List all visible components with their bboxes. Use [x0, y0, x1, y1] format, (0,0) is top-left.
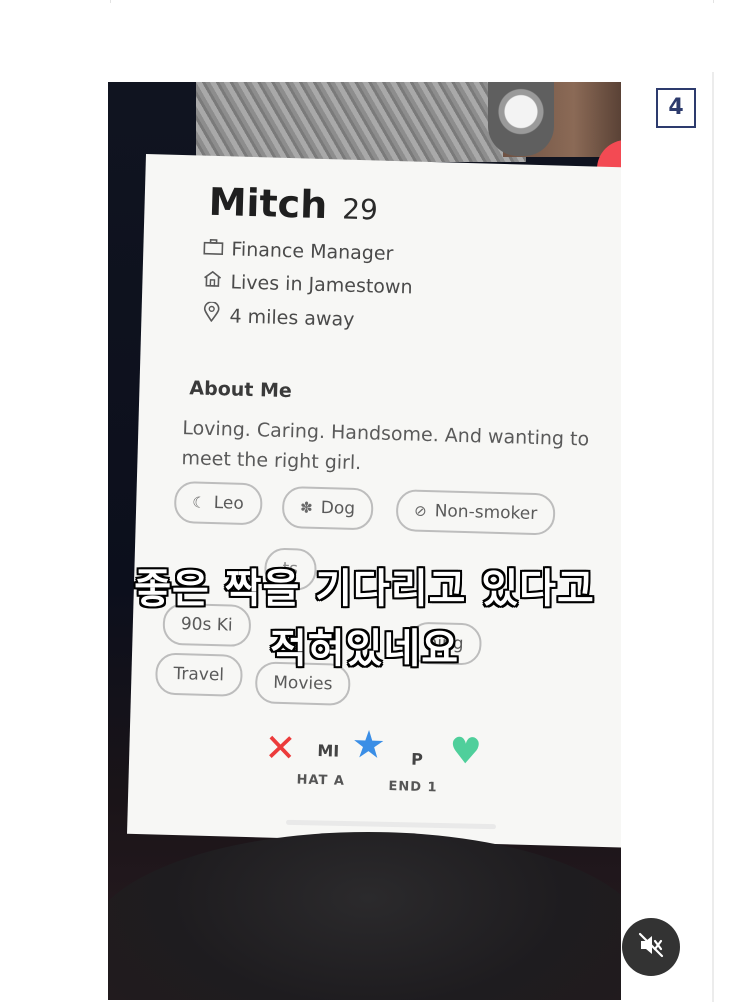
super-like-star-icon[interactable]: ★ — [351, 722, 386, 767]
dislike-x-icon[interactable]: ✕ — [264, 726, 297, 771]
home-icon — [200, 270, 225, 294]
muted-speaker-icon — [636, 930, 666, 964]
like-heart-icon[interactable]: ♥ — [449, 731, 482, 773]
no-smoking-icon: ⊘ — [413, 501, 427, 520]
chip-dog-label: Dog — [320, 498, 356, 519]
moon-icon: ☾ — [192, 493, 206, 512]
chip-non-smoker-label: Non-smoker — [434, 501, 538, 525]
about-me-heading: About Me — [189, 377, 293, 403]
subtitle-line-1: 좋은 짝을 기다리고 있다고 — [134, 566, 595, 612]
location-pin-icon — [199, 301, 224, 328]
distance-label: 4 miles away — [229, 305, 355, 331]
residence-label: Lives in Jamestown — [230, 271, 413, 299]
mute-toggle-button[interactable] — [622, 918, 680, 976]
briefcase-icon — [201, 238, 226, 261]
profile-photo-watch — [488, 82, 554, 156]
job-row: Finance Manager — [201, 238, 394, 265]
paw-icon: ✽ — [299, 498, 314, 517]
chip-leo-label: Leo — [213, 493, 245, 514]
previous-post-divider — [110, 0, 714, 3]
name-row: Mitch 29 — [208, 180, 378, 229]
chip-leo: ☾ Leo — [173, 480, 263, 526]
slide-number-badge: 4 — [656, 88, 696, 128]
action-text-end-1: END 1 — [388, 779, 438, 796]
action-text-p: P — [410, 749, 424, 769]
post-frame-border — [712, 72, 714, 1002]
chip-movies-label: Movies — [273, 672, 333, 695]
profile-card: Mitch 29 Finance Manager Lives in Jamest… — [127, 154, 621, 849]
subtitle-line-2: 적혀있네요 — [270, 626, 459, 672]
profile-photo-sweater — [196, 82, 526, 162]
profile-name: Mitch — [208, 179, 328, 228]
about-me-text: Loving. Caring. Handsome. And wanting to… — [181, 417, 590, 475]
job-label: Finance Manager — [231, 238, 394, 265]
action-text-hat-a: HAT A — [296, 772, 346, 789]
profile-age: 29 — [341, 192, 379, 227]
chip-non-smoker: ⊘ Non-smoker — [395, 489, 556, 536]
action-text-mi: MI — [317, 741, 340, 761]
video-player[interactable]: Mitch 29 Finance Manager Lives in Jamest… — [108, 82, 621, 1000]
residence-row: Lives in Jamestown — [200, 270, 413, 299]
chip-dog: ✽ Dog — [281, 485, 374, 531]
distance-row: 4 miles away — [199, 301, 355, 331]
